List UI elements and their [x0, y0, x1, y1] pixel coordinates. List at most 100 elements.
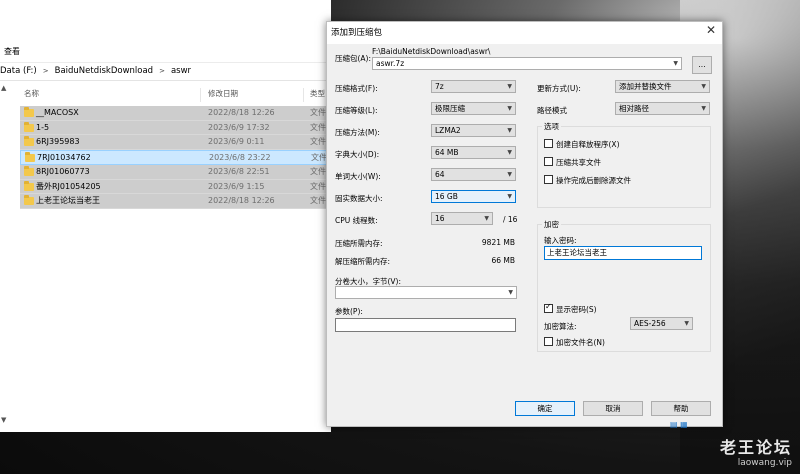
breadcrumb-drive[interactable]: Data (F:)	[0, 66, 37, 76]
ok-button[interactable]: 确定	[515, 401, 575, 416]
column-name[interactable]: 名称	[24, 88, 39, 99]
column-type[interactable]: 类型	[310, 88, 325, 99]
file-type: 文件	[310, 122, 326, 132]
update-value: 添加并替换文件	[619, 82, 672, 91]
checkbox-icon[interactable]	[544, 139, 553, 148]
column-header: 名称 修改日期 类型	[20, 88, 331, 102]
enc-method-select[interactable]: AES-256 ▼	[630, 317, 693, 330]
solid-select[interactable]: 16 GB ▼	[431, 190, 516, 203]
browse-button[interactable]: ...	[692, 56, 712, 74]
archive-name-value: aswr.7z	[376, 59, 405, 68]
word-value: 64	[435, 170, 445, 179]
archive-name-combo[interactable]: aswr.7z ▼	[372, 57, 682, 70]
scroll-up-icon[interactable]: ▲	[1, 84, 6, 92]
word-select[interactable]: 64 ▼	[431, 168, 516, 181]
encrypt-names-checkbox[interactable]: 加密文件名(N)	[544, 337, 605, 348]
watermark-title: 老王论坛	[719, 438, 792, 457]
split-combo[interactable]: ▼	[335, 286, 517, 299]
cancel-button[interactable]: 取消	[583, 401, 643, 416]
mem-decompress-label: 解压缩所需内存:	[335, 257, 391, 266]
shared-checkbox[interactable]: 压缩共享文件	[544, 157, 601, 168]
close-icon[interactable]: ✕	[706, 23, 716, 37]
folder-icon	[25, 151, 35, 162]
breadcrumb-separator: >	[159, 67, 165, 75]
folder-icon	[24, 180, 34, 191]
file-type: 文件	[310, 137, 326, 146]
level-select[interactable]: 极限压缩 ▼	[431, 102, 516, 115]
show-password-checkbox[interactable]: 显示密码(S)	[544, 302, 597, 315]
folder-icon	[24, 121, 34, 132]
help-button[interactable]: 帮助	[651, 401, 711, 416]
enc-method-label: 加密算法:	[544, 322, 577, 331]
breadcrumb-current[interactable]: aswr	[171, 66, 191, 76]
sfx-checkbox[interactable]: 创建自释放程序(X)	[544, 139, 620, 150]
solid-label: 固实数据大小:	[335, 194, 383, 203]
update-select[interactable]: 添加并替换文件 ▼	[615, 80, 710, 93]
archive-label: 压缩包(A):	[335, 54, 372, 63]
password-label: 输入密码:	[544, 236, 577, 245]
chevron-down-icon: ▼	[507, 171, 512, 178]
params-input[interactable]	[335, 318, 516, 332]
scroll-down-icon[interactable]: ▼	[1, 416, 6, 424]
options-group: 选项 创建自释放程序(X) 压缩共享文件 操作完成后删除源文件	[537, 121, 711, 208]
password-input[interactable]: 上老王论坛当老王	[544, 246, 702, 260]
file-row[interactable]: 上老王论坛当老王 2022/8/18 12:26 文件	[20, 194, 331, 209]
chevron-down-icon: ▼	[701, 105, 706, 112]
address-bar[interactable]: Data (F:) > BaiduNetdiskDownload > aswr	[0, 62, 331, 81]
file-row-selected[interactable]: 7RJ01034762 2023/6/8 23:22 文件	[20, 149, 331, 165]
folder-icon	[24, 136, 34, 146]
format-select[interactable]: 7z ▼	[431, 80, 516, 93]
method-select[interactable]: LZMA2 ▼	[431, 124, 516, 137]
file-row[interactable]: 番外RJ01054205 2023/6/9 1:15 文件	[20, 179, 331, 194]
column-date[interactable]: 修改日期	[208, 88, 238, 99]
file-name: 6RJ395983	[36, 137, 80, 146]
delete-label: 操作完成后删除源文件	[556, 176, 631, 185]
path-mode-value: 相对路径	[619, 104, 649, 113]
chevron-down-icon[interactable]: ▼	[673, 58, 678, 69]
view-menu[interactable]: 查看	[4, 46, 20, 57]
column-divider[interactable]	[303, 88, 304, 102]
column-divider[interactable]	[200, 88, 201, 102]
format-value: 7z	[435, 82, 444, 91]
add-to-archive-dialog: 添加到压缩包 ✕ 压缩包(A): F:\BaiduNetdiskDownload…	[326, 21, 723, 427]
mem-compress-label: 压缩所需内存:	[335, 239, 383, 248]
file-name: 番外RJ01054205	[36, 181, 101, 191]
file-date: 2023/6/9 17:32	[208, 122, 270, 132]
encryption-group: 加密 输入密码: 上老王论坛当老王 显示密码(S) 加密算法: AES-256 …	[537, 219, 711, 352]
file-row[interactable]: 1-5 2023/6/9 17:32 文件	[20, 120, 331, 135]
method-label: 压缩方法(M):	[335, 128, 380, 137]
level-value: 极限压缩	[435, 104, 465, 113]
checkbox-icon[interactable]	[544, 175, 553, 184]
format-label: 压缩格式(F):	[335, 84, 378, 93]
enc-method-value: AES-256	[634, 319, 666, 328]
path-mode-select[interactable]: 相对路径 ▼	[615, 102, 710, 115]
file-row[interactable]: 8RJ01060773 2023/6/8 22:51 文件	[20, 165, 331, 180]
watermark: 老王论坛 laowang.vip	[720, 434, 792, 468]
chevron-down-icon: ▼	[684, 320, 689, 327]
breadcrumb-folder[interactable]: BaiduNetdiskDownload	[55, 66, 153, 76]
chevron-down-icon: ▼	[507, 193, 512, 200]
file-row[interactable]: __MACOSX 2022/8/18 12:26 文件	[20, 106, 331, 121]
delete-checkbox[interactable]: 操作完成后删除源文件	[544, 175, 631, 186]
file-date: 2023/6/9 1:15	[208, 181, 265, 191]
breadcrumb-separator: >	[42, 67, 49, 75]
file-date: 2023/6/8 23:22	[209, 152, 271, 162]
chevron-down-icon: ▼	[484, 215, 489, 222]
sfx-label: 创建自释放程序(X)	[556, 140, 620, 149]
word-label: 单词大小(W):	[335, 172, 381, 181]
cpu-select[interactable]: 16 ▼	[431, 212, 493, 225]
solid-value: 16 GB	[435, 192, 458, 201]
chevron-down-icon: ▼	[507, 105, 512, 112]
checkbox-checked-icon[interactable]	[544, 302, 553, 313]
file-type: 文件	[310, 108, 326, 117]
dict-select[interactable]: 64 MB ▼	[431, 146, 516, 159]
view-toggle-icon[interactable]: ▤ ▦	[670, 420, 688, 429]
mem-decompress-value: 66 MB	[491, 256, 515, 265]
checkbox-icon[interactable]	[544, 157, 553, 166]
file-row[interactable]: 6RJ395983 2023/6/9 0:11 文件	[20, 135, 331, 150]
update-label: 更新方式(U):	[537, 84, 581, 93]
checkbox-icon[interactable]	[544, 337, 553, 346]
vertical-scrollbar[interactable]: ▲ ▼	[0, 84, 8, 424]
params-label: 参数(P):	[335, 307, 363, 316]
file-type: 文件	[311, 152, 327, 162]
